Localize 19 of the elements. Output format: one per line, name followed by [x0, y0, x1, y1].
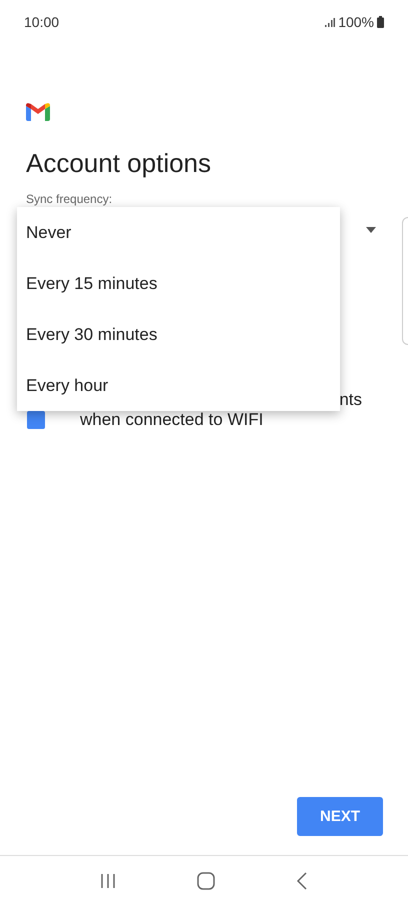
option-label: when connected to WIFI: [80, 410, 264, 430]
checkbox[interactable]: [27, 411, 45, 429]
menu-item[interactable]: Every hour: [17, 360, 340, 411]
home-icon[interactable]: [196, 872, 215, 890]
dropdown-arrow-icon[interactable]: [366, 227, 376, 233]
page-title: Account options: [26, 147, 212, 179]
recent-apps-icon[interactable]: [100, 873, 116, 889]
signal-icon: [325, 17, 336, 27]
option-label: nts: [339, 390, 362, 409]
next-button[interactable]: NEXT: [297, 797, 383, 836]
field-label: Sync frequency:: [26, 191, 114, 207]
battery-level: 100%: [338, 14, 374, 30]
mail-logo-icon: [26, 103, 50, 121]
clock: 10:00: [24, 14, 60, 30]
menu-item[interactable]: Every 15 minutes: [17, 258, 340, 309]
menu-item[interactable]: Never: [17, 207, 340, 258]
menu-item[interactable]: Every 30 minutes: [17, 309, 340, 360]
back-icon[interactable]: [296, 872, 308, 890]
battery-icon: [377, 16, 384, 28]
